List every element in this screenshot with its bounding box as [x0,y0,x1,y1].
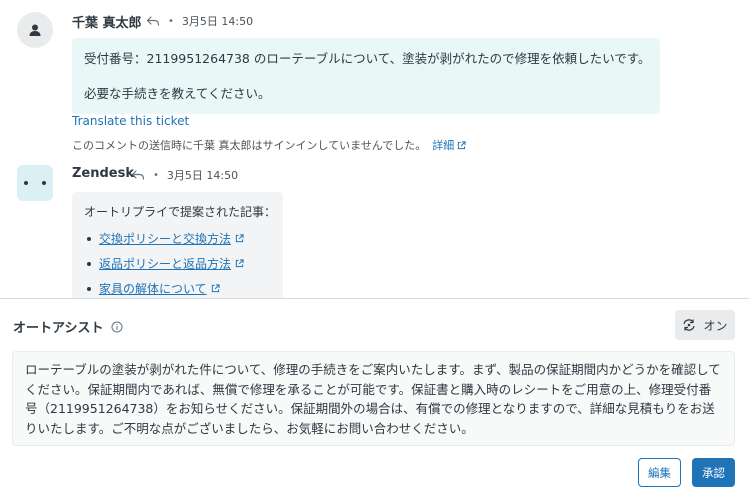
not-signed-in-text: このコメントの送信時に千葉 真太郎はサインインしていませんでした。 [72,139,427,152]
user-comment-line-2: 必要な手続きを教えてください。 [84,86,271,101]
list-item: 家具の解体について [84,276,271,298]
auto-assist-header: オートアシスト [13,317,123,336]
external-link-icon [235,259,244,268]
conversation-thread: 千葉 真太郎 • 3月5日 14:50 受付番号：2119951264738 の… [0,0,749,298]
user-comment-bubble: 受付番号：2119951264738 のローテーブルについて、塗装が剥がれたので… [72,38,660,114]
user-comment-meta: • 3月5日 14:50 [146,13,253,29]
article-link[interactable]: 交換ポリシーと交換方法 [99,230,231,247]
list-item: 交換ポリシーと交換方法 [84,226,271,251]
person-icon [29,24,41,36]
auto-assist-toggle-button[interactable]: オン [675,310,735,340]
article-link[interactable]: 家具の解体について [99,280,207,297]
bullet [87,286,91,291]
bot-avatar[interactable] [17,165,53,201]
suggested-articles-list: 交換ポリシーと交換方法 返品ポリシーと返品方法 家具の解体について [84,226,271,298]
user-comment-timestamp: 3月5日 14:50 [181,15,254,28]
user-avatar[interactable] [17,12,53,48]
auto-assist-panel: オートアシスト オン ローテーブルの塗装が剥がれた件について、修理の手続きをご案… [0,298,749,499]
reply-icon[interactable] [146,15,160,27]
suggested-reply-box[interactable]: ローテーブルの塗装が剥がれた件について、修理の手続きをご案内いたします。まず、製… [12,351,735,446]
bot-comment-timestamp: 3月5日 14:50 [166,169,239,182]
details-link[interactable]: 詳細 [432,137,466,153]
bot-comment-bubble: オートリプライで提案された記事： 交換ポリシーと交換方法 返品ポリシーと返品方法 [72,192,283,298]
user-comment-line-1: 受付番号：2119951264738 のローテーブルについて、塗装が剥がれたので… [84,51,651,66]
external-link-icon [458,140,466,149]
suggested-reply-text: ローテーブルの塗装が剥がれた件について、修理の手続きをご案内いたします。まず、製… [25,362,721,436]
bot-author-name[interactable]: Zendesk [72,166,134,181]
article-link[interactable]: 返品ポリシーと返品方法 [99,255,231,272]
external-link-icon [211,284,220,293]
suggested-articles-intro: オートリプライで提案された記事： [84,205,277,219]
meta-separator: • [153,169,159,181]
reply-icon[interactable] [131,169,145,181]
not-signed-in-notice: このコメントの送信時に千葉 真太郎はサインインしていませんでした。 詳細 [72,137,466,153]
user-author-name[interactable]: 千葉 真太郎 [72,12,142,31]
bullet [87,261,91,266]
bullet [87,236,91,241]
meta-separator: • [168,15,174,27]
approve-button[interactable]: 承認 [692,458,735,487]
translate-ticket-link[interactable]: Translate this ticket [72,114,189,128]
list-item: 返品ポリシーと返品方法 [84,251,271,276]
edit-button[interactable]: 編集 [638,458,681,487]
details-link-label: 詳細 [432,139,455,152]
external-link-icon [235,234,244,243]
auto-assist-title: オートアシスト [13,321,104,336]
auto-assist-icon [683,319,696,331]
auto-assist-toggle-label: オン [703,318,728,333]
bot-eye-icon [24,181,28,185]
info-icon[interactable] [111,321,123,333]
bot-comment-meta: • 3月5日 14:50 [131,167,238,183]
bot-eye-icon [42,181,46,185]
